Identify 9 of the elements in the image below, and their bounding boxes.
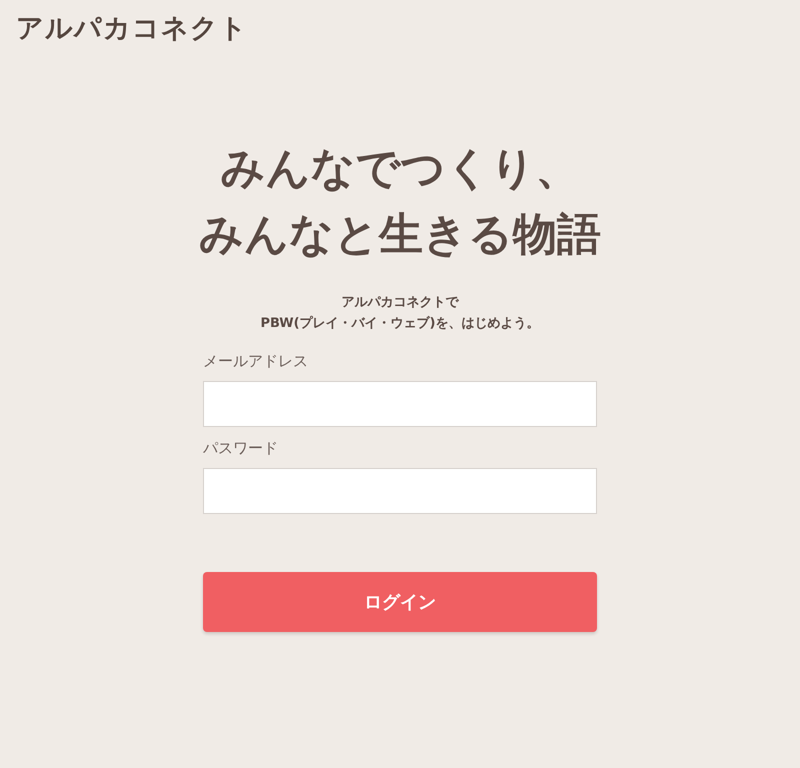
lead-text: PBW(プレイ・バイ・ウェブ)を、はじめよう。 bbox=[260, 314, 540, 333]
field-label: メールアドレス bbox=[203, 352, 308, 371]
input-field[interactable] bbox=[203, 381, 597, 427]
headline: みんなでつくり、 bbox=[220, 142, 580, 196]
input-field[interactable] bbox=[203, 468, 597, 514]
lead-text: アルパカコネクトで bbox=[341, 294, 458, 312]
logo[interactable]: アルパカコネクト bbox=[16, 10, 248, 46]
headline: みんなと生きる物語 bbox=[199, 208, 601, 262]
field-label: パスワード bbox=[203, 439, 278, 458]
